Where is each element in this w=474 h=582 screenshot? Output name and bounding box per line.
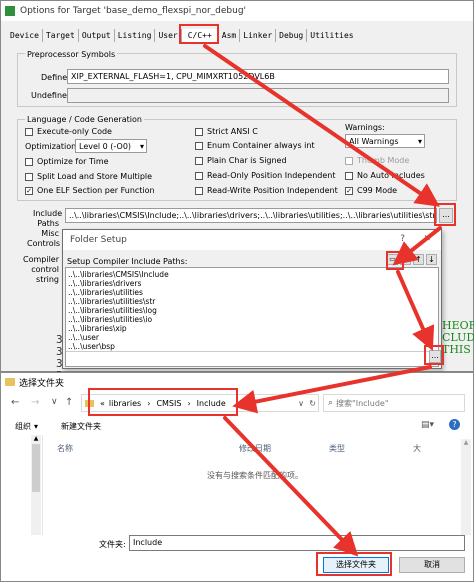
arrow-browse-to-new [392, 226, 442, 266]
arrow-new-to-dots [396, 270, 435, 351]
arrow-tab-to-browse [203, 44, 440, 207]
annotation-arrows [203, 44, 442, 557]
arrow-dots-to-address [232, 365, 432, 414]
arrow-address-to-select [223, 416, 359, 557]
